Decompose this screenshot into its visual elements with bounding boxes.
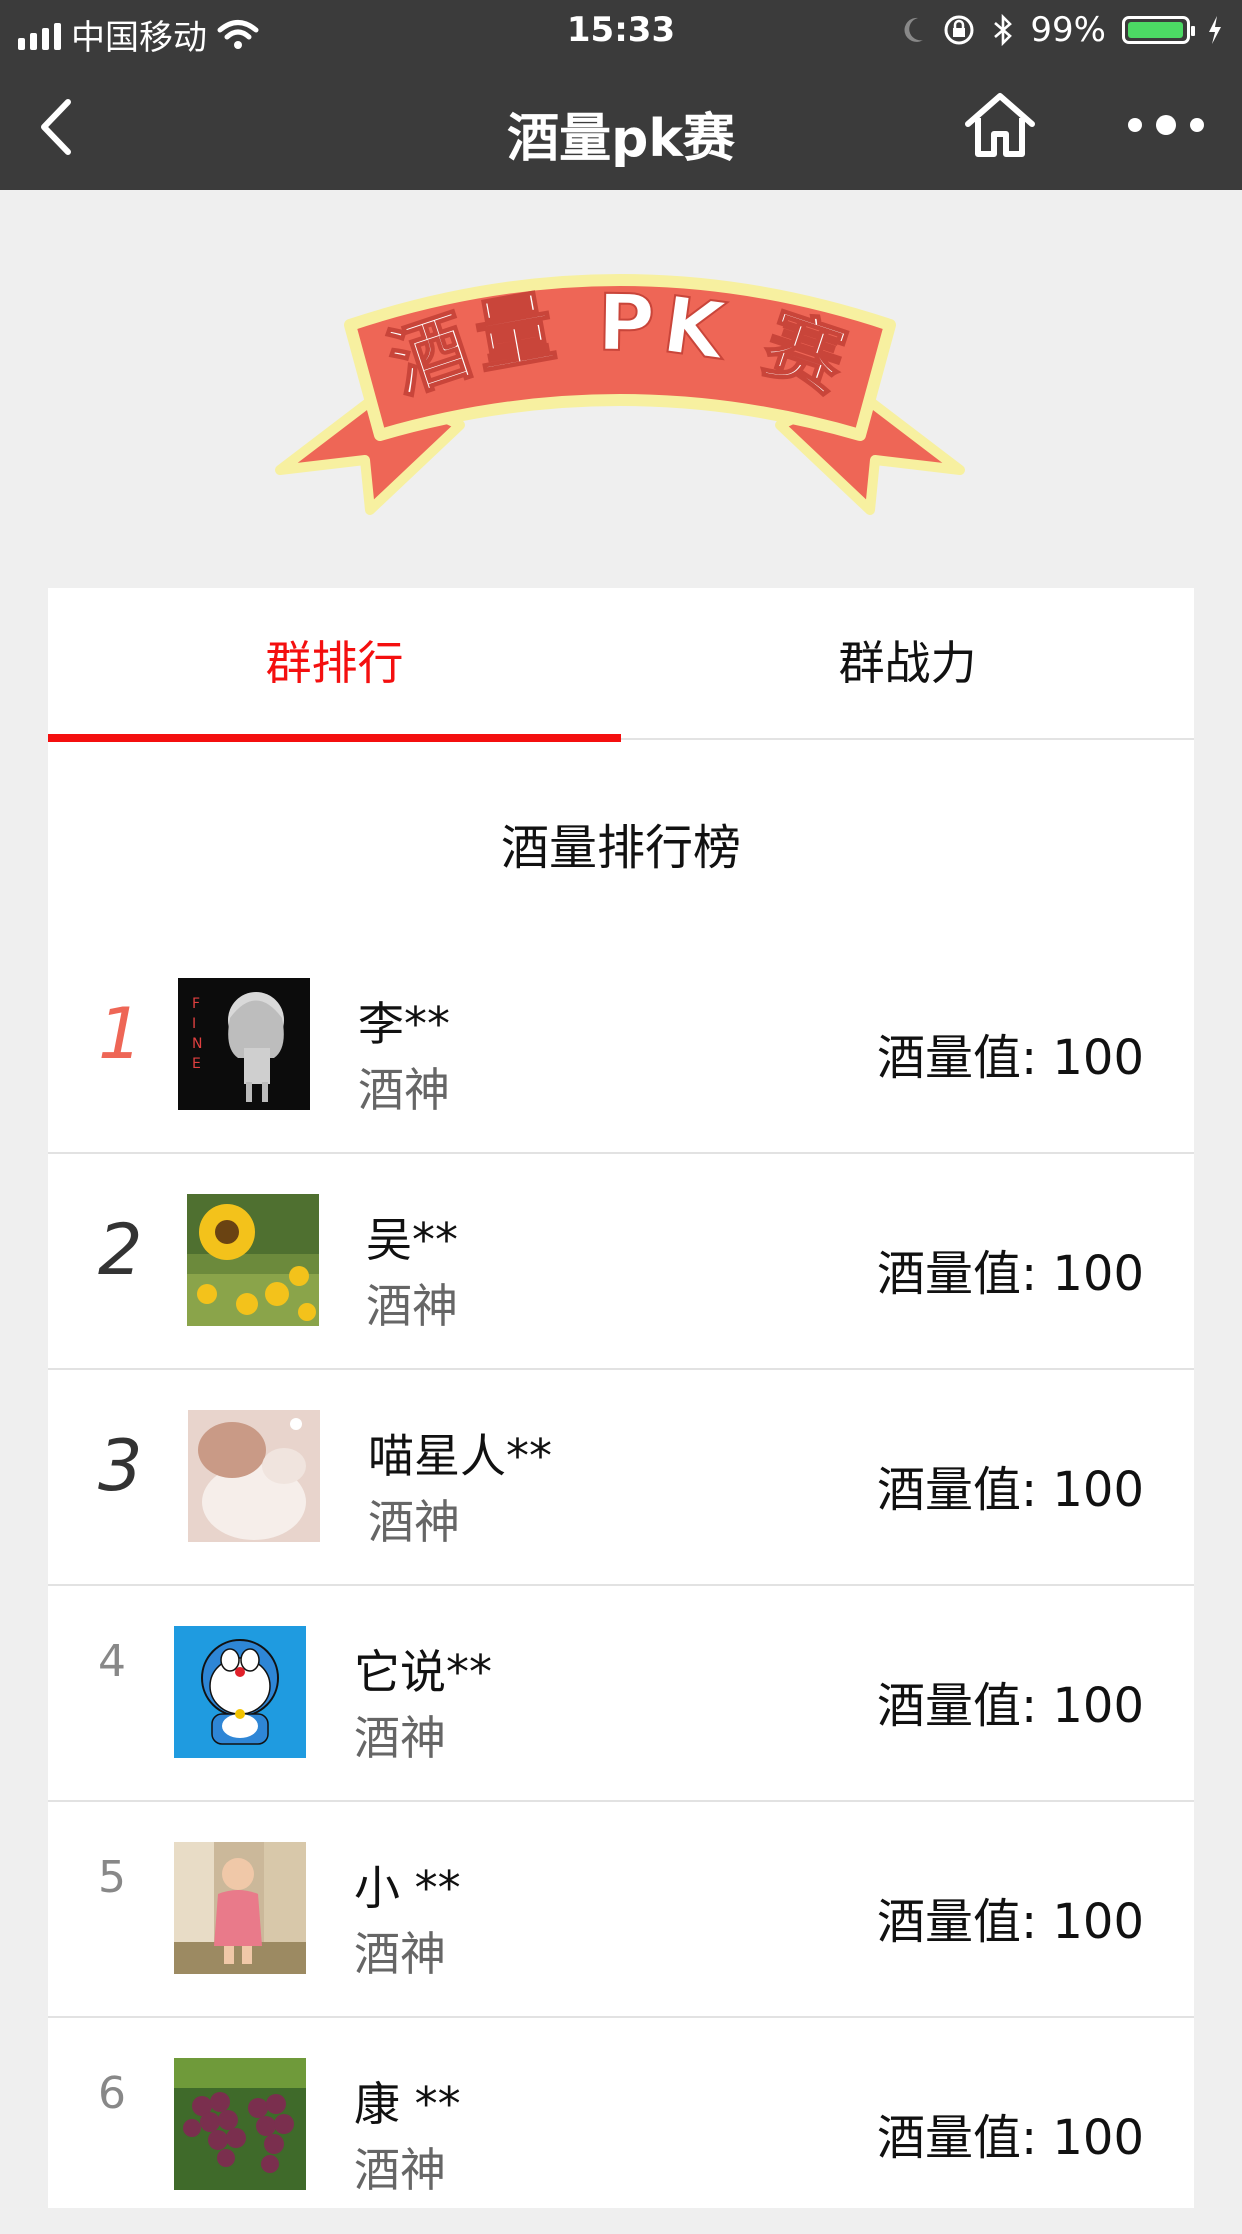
- tab-bar: 群排行 群战力: [48, 588, 1194, 742]
- leaderboard-row[interactable]: 5 小 ** 酒神 酒量值: 100: [48, 1802, 1194, 2018]
- contest-banner: 酒量 PK 赛: [275, 274, 965, 515]
- player-level: 酒神: [358, 1063, 450, 1117]
- player-score: 酒量值: 100: [876, 1462, 1144, 1518]
- player-name: 李**: [358, 997, 450, 1051]
- sunflower-avatar: [187, 1194, 319, 1326]
- bluetooth-icon: [994, 13, 1013, 47]
- grapes-avatar: [174, 2058, 306, 2190]
- rank-number: 1: [98, 993, 143, 1075]
- rotation-lock-icon: [944, 15, 974, 45]
- rank-number: 6: [98, 2068, 126, 2119]
- leaderboard-list: 1 F I N E 李** 酒神 酒量值: 100 2 吴** 酒神 酒量值: …: [48, 938, 1194, 2234]
- leaderboard-row[interactable]: 4 它说** 酒神 酒量值: 100: [48, 1586, 1194, 1802]
- more-dots-icon[interactable]: [1125, 110, 1207, 140]
- player-score: 酒量值: 100: [876, 1030, 1144, 1086]
- rank-number: 5: [98, 1852, 126, 1903]
- leaderboard-row[interactable]: 2 吴** 酒神 酒量值: 100: [48, 1154, 1194, 1370]
- doraemon-avatar: [174, 1626, 306, 1758]
- status-right: 99%: [900, 10, 1224, 50]
- nav-bar: 酒量pk赛: [0, 62, 1242, 190]
- home-icon[interactable]: [960, 90, 1040, 160]
- moon-icon: [904, 17, 924, 42]
- player-score: 酒量值: 100: [876, 2110, 1144, 2166]
- leaderboard-row[interactable]: 1 F I N E 李** 酒神 酒量值: 100: [48, 938, 1194, 1154]
- svg-text:I: I: [192, 1016, 196, 1032]
- leaderboard-card: 群排行 群战力 酒量排行榜 1 F I N E 李** 酒神 酒量值: 100 …: [48, 588, 1194, 2208]
- battery-icon: [1122, 16, 1195, 44]
- player-score: 酒量值: 100: [876, 1678, 1144, 1734]
- rank-number: 3: [98, 1425, 143, 1507]
- status-bar: 中国移动 15:33 99%: [0, 0, 1242, 62]
- player-level: 酒神: [354, 2143, 446, 2197]
- fine-girl-avatar: F I N E: [178, 978, 310, 1110]
- page-title: 酒量pk赛: [507, 109, 735, 169]
- player-name: 吴**: [366, 1213, 458, 1267]
- tab-label: 群排行: [265, 636, 404, 690]
- player-level: 酒神: [366, 1279, 458, 1333]
- active-tab-indicator: [48, 734, 621, 742]
- leaderboard-row[interactable]: 3 喵星人** 酒神 酒量值: 100: [48, 1370, 1194, 1586]
- leaderboard-title: 酒量排行榜: [500, 820, 741, 876]
- player-level: 酒神: [354, 1927, 446, 1981]
- player-score: 酒量值: 100: [876, 1246, 1144, 1302]
- charging-icon: [1209, 16, 1221, 44]
- player-name: 它说**: [354, 1645, 492, 1699]
- svg-text:F: F: [192, 996, 200, 1012]
- battery-fill: [1128, 22, 1183, 38]
- player-name: 康 **: [354, 2077, 461, 2131]
- player-score: 酒量值: 100: [876, 1894, 1144, 1950]
- svg-text:N: N: [192, 1036, 202, 1052]
- toddler-avatar: [174, 1842, 306, 1974]
- rank-number: 2: [98, 1209, 143, 1291]
- player-level: 酒神: [354, 1711, 446, 1765]
- battery-percent: 99%: [1030, 10, 1106, 50]
- tab-group-ranking[interactable]: 群排行: [48, 588, 621, 738]
- player-name: 喵星人**: [368, 1429, 552, 1483]
- tab-label: 群战力: [838, 636, 977, 690]
- player-level: 酒神: [368, 1495, 460, 1549]
- player-name: 小 **: [354, 1861, 461, 1915]
- leaderboard-row[interactable]: 6 康 ** 酒神 酒量值: 100: [48, 2018, 1194, 2234]
- rank-number: 4: [98, 1636, 126, 1687]
- cat-avatar: [188, 1410, 320, 1542]
- svg-text:E: E: [192, 1056, 201, 1072]
- tab-group-power[interactable]: 群战力: [621, 588, 1194, 738]
